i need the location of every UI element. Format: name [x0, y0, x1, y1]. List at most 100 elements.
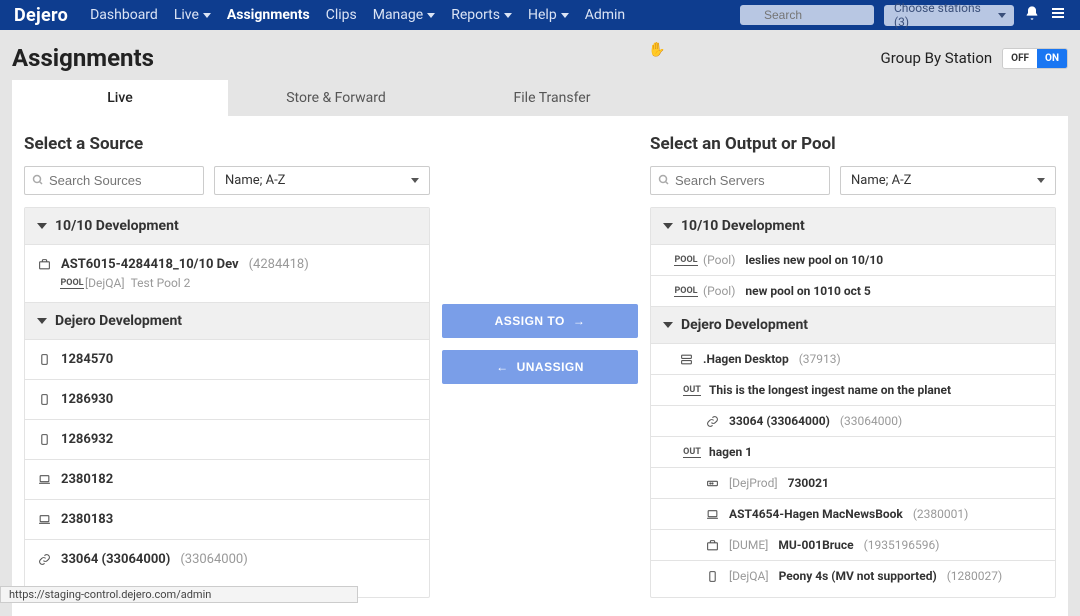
item-label: hagen 1	[709, 445, 752, 459]
output-item[interactable]: .Hagen Desktop (37913)	[651, 344, 1055, 375]
item-label: 1286930	[61, 392, 113, 407]
toggle-on[interactable]: ON	[1037, 49, 1067, 68]
output-group-header[interactable]: 10/10 Development	[651, 208, 1055, 245]
chevron-down-icon	[504, 13, 512, 18]
pool-icon: POOL	[679, 253, 693, 267]
item-label: .Hagen Desktop	[703, 352, 789, 366]
sources-list: 10/10 DevelopmentAST6015-4284418_10/10 D…	[24, 207, 430, 598]
source-item[interactable]: 1286930	[25, 380, 429, 420]
output-item[interactable]: OUTThis is the longest ingest name on th…	[651, 375, 1055, 406]
item-label: 1286932	[61, 432, 113, 447]
item-label: 33064 (33064000)	[61, 552, 170, 567]
unassign-label: UNASSIGN	[517, 360, 584, 374]
nav-manage[interactable]: Manage	[373, 7, 435, 23]
item-subtext: Test Pool 2	[131, 276, 191, 290]
item-meta: (37913)	[799, 352, 841, 366]
output-group-header[interactable]: Dejero Development	[651, 307, 1055, 344]
output-item[interactable]: POOL(Pool)leslies new pool on 10/10	[651, 245, 1055, 276]
global-search-input[interactable]	[740, 5, 874, 25]
item-badge: [DejQA]	[729, 569, 769, 583]
output-item[interactable]: [DejProd]730021	[651, 468, 1055, 499]
chevron-down-icon	[561, 13, 569, 18]
chevron-down-icon	[37, 318, 47, 324]
item-badge: [DejQA]	[85, 276, 125, 290]
page-header: Assignments Group By Station OFF ON	[0, 30, 1080, 80]
sources-title: Select a Source	[24, 134, 430, 154]
device-icon	[37, 393, 51, 407]
stations-select-label: Choose stations (3)	[894, 1, 988, 29]
pool-icon: POOL	[679, 284, 693, 298]
output-item[interactable]: POOL(Pool)new pool on 1010 oct 5	[651, 276, 1055, 307]
laptop-icon	[705, 507, 719, 521]
chevron-down-icon	[427, 13, 435, 18]
actions-column: ASSIGN TO → ← UNASSIGN	[440, 134, 640, 598]
laptop-icon	[37, 513, 51, 527]
sources-sort-select[interactable]: Name; A-Z	[214, 166, 430, 195]
briefcase-icon	[37, 258, 51, 272]
tab-file-transfer[interactable]: File Transfer	[444, 80, 660, 116]
item-label: 33064 (33064000)	[729, 414, 830, 428]
chevron-down-icon	[37, 223, 47, 229]
item-label: This is the longest ingest name on the p…	[709, 383, 951, 397]
source-group-header[interactable]: Dejero Development	[25, 303, 429, 340]
source-group-header[interactable]: 10/10 Development	[25, 208, 429, 245]
source-item[interactable]: 33064 (33064000) (33064000)	[25, 540, 429, 579]
unassign-button[interactable]: ← UNASSIGN	[442, 350, 638, 384]
pool-icon: POOL	[65, 276, 79, 290]
toggle-off[interactable]: OFF	[1003, 49, 1037, 68]
source-item[interactable]: 1286932	[25, 420, 429, 460]
nav-clips[interactable]: Clips	[326, 7, 357, 23]
search-icon	[32, 174, 44, 190]
item-meta: (1935196596)	[864, 538, 940, 552]
item-label: 1284570	[61, 352, 113, 367]
outputs-search-input[interactable]	[650, 166, 830, 195]
item-label: 730021	[788, 476, 829, 490]
nav-right: Choose stations (3)	[740, 5, 1066, 26]
stations-select[interactable]: Choose stations (3)	[884, 5, 1014, 26]
source-item[interactable]: AST6015-4284418_10/10 Dev (4284418)POOL[…	[25, 245, 429, 303]
item-meta: (1280027)	[947, 569, 1003, 583]
output-item[interactable]: [DejQA] Peony 4s (MV not supported) (1280…	[651, 561, 1055, 591]
source-item[interactable]: 1284570	[25, 340, 429, 380]
device-icon	[705, 569, 719, 583]
device-icon	[37, 353, 51, 367]
item-prefix: (Pool)	[703, 284, 735, 298]
nav-dashboard[interactable]: Dashboard	[90, 7, 158, 23]
menu-icon[interactable]	[1050, 5, 1066, 25]
sources-search-input[interactable]	[24, 166, 204, 195]
assign-label: ASSIGN TO	[495, 314, 565, 328]
nav-assignments[interactable]: Assignments	[227, 7, 310, 23]
out-icon: OUT	[685, 445, 699, 459]
nav-reports[interactable]: Reports	[451, 7, 512, 23]
arrow-left-icon: ←	[496, 360, 509, 374]
arrow-right-icon: →	[573, 314, 586, 328]
source-item[interactable]: 2380183	[25, 500, 429, 540]
nav-live-label: Live	[174, 7, 199, 23]
item-label: MU-001Bruce	[778, 538, 853, 552]
group-by-label: Group By Station	[881, 49, 993, 67]
output-item[interactable]: 33064 (33064000) (33064000)	[651, 406, 1055, 437]
nav-reports-label: Reports	[451, 7, 500, 23]
group-name: Dejero Development	[681, 317, 808, 333]
group-by-toggle: OFF ON	[1002, 48, 1068, 69]
item-label: 2380183	[61, 512, 113, 527]
item-label: Peony 4s (MV not supported)	[779, 569, 937, 583]
nav-admin[interactable]: Admin	[585, 7, 625, 23]
nav-live[interactable]: Live	[174, 7, 211, 23]
output-item[interactable]: OUT hagen 1	[651, 437, 1055, 468]
laptop-icon	[37, 473, 51, 487]
assign-button[interactable]: ASSIGN TO →	[442, 304, 638, 338]
notifications-icon[interactable]	[1024, 5, 1040, 25]
main-content: Select a Source Name; A-Z 10/10 Developm…	[12, 116, 1068, 616]
briefcase-icon	[705, 538, 719, 552]
output-item[interactable]: AST4654-Hagen MacNewsBook (2380001)	[651, 499, 1055, 530]
outputs-sort-select[interactable]: Name; A-Z	[840, 166, 1056, 195]
source-item[interactable]: 2380182	[25, 460, 429, 500]
nav-help[interactable]: Help	[528, 7, 569, 23]
output-item[interactable]: [DUME]MU-001Bruce (1935196596)	[651, 530, 1055, 561]
tab-store-forward[interactable]: Store & Forward	[228, 80, 444, 116]
tab-live[interactable]: Live	[12, 80, 228, 116]
item-label: AST4654-Hagen MacNewsBook	[729, 507, 903, 521]
nav-links: Dashboard Live Assignments Clips Manage …	[90, 7, 740, 23]
item-meta: (33064000)	[180, 552, 247, 567]
